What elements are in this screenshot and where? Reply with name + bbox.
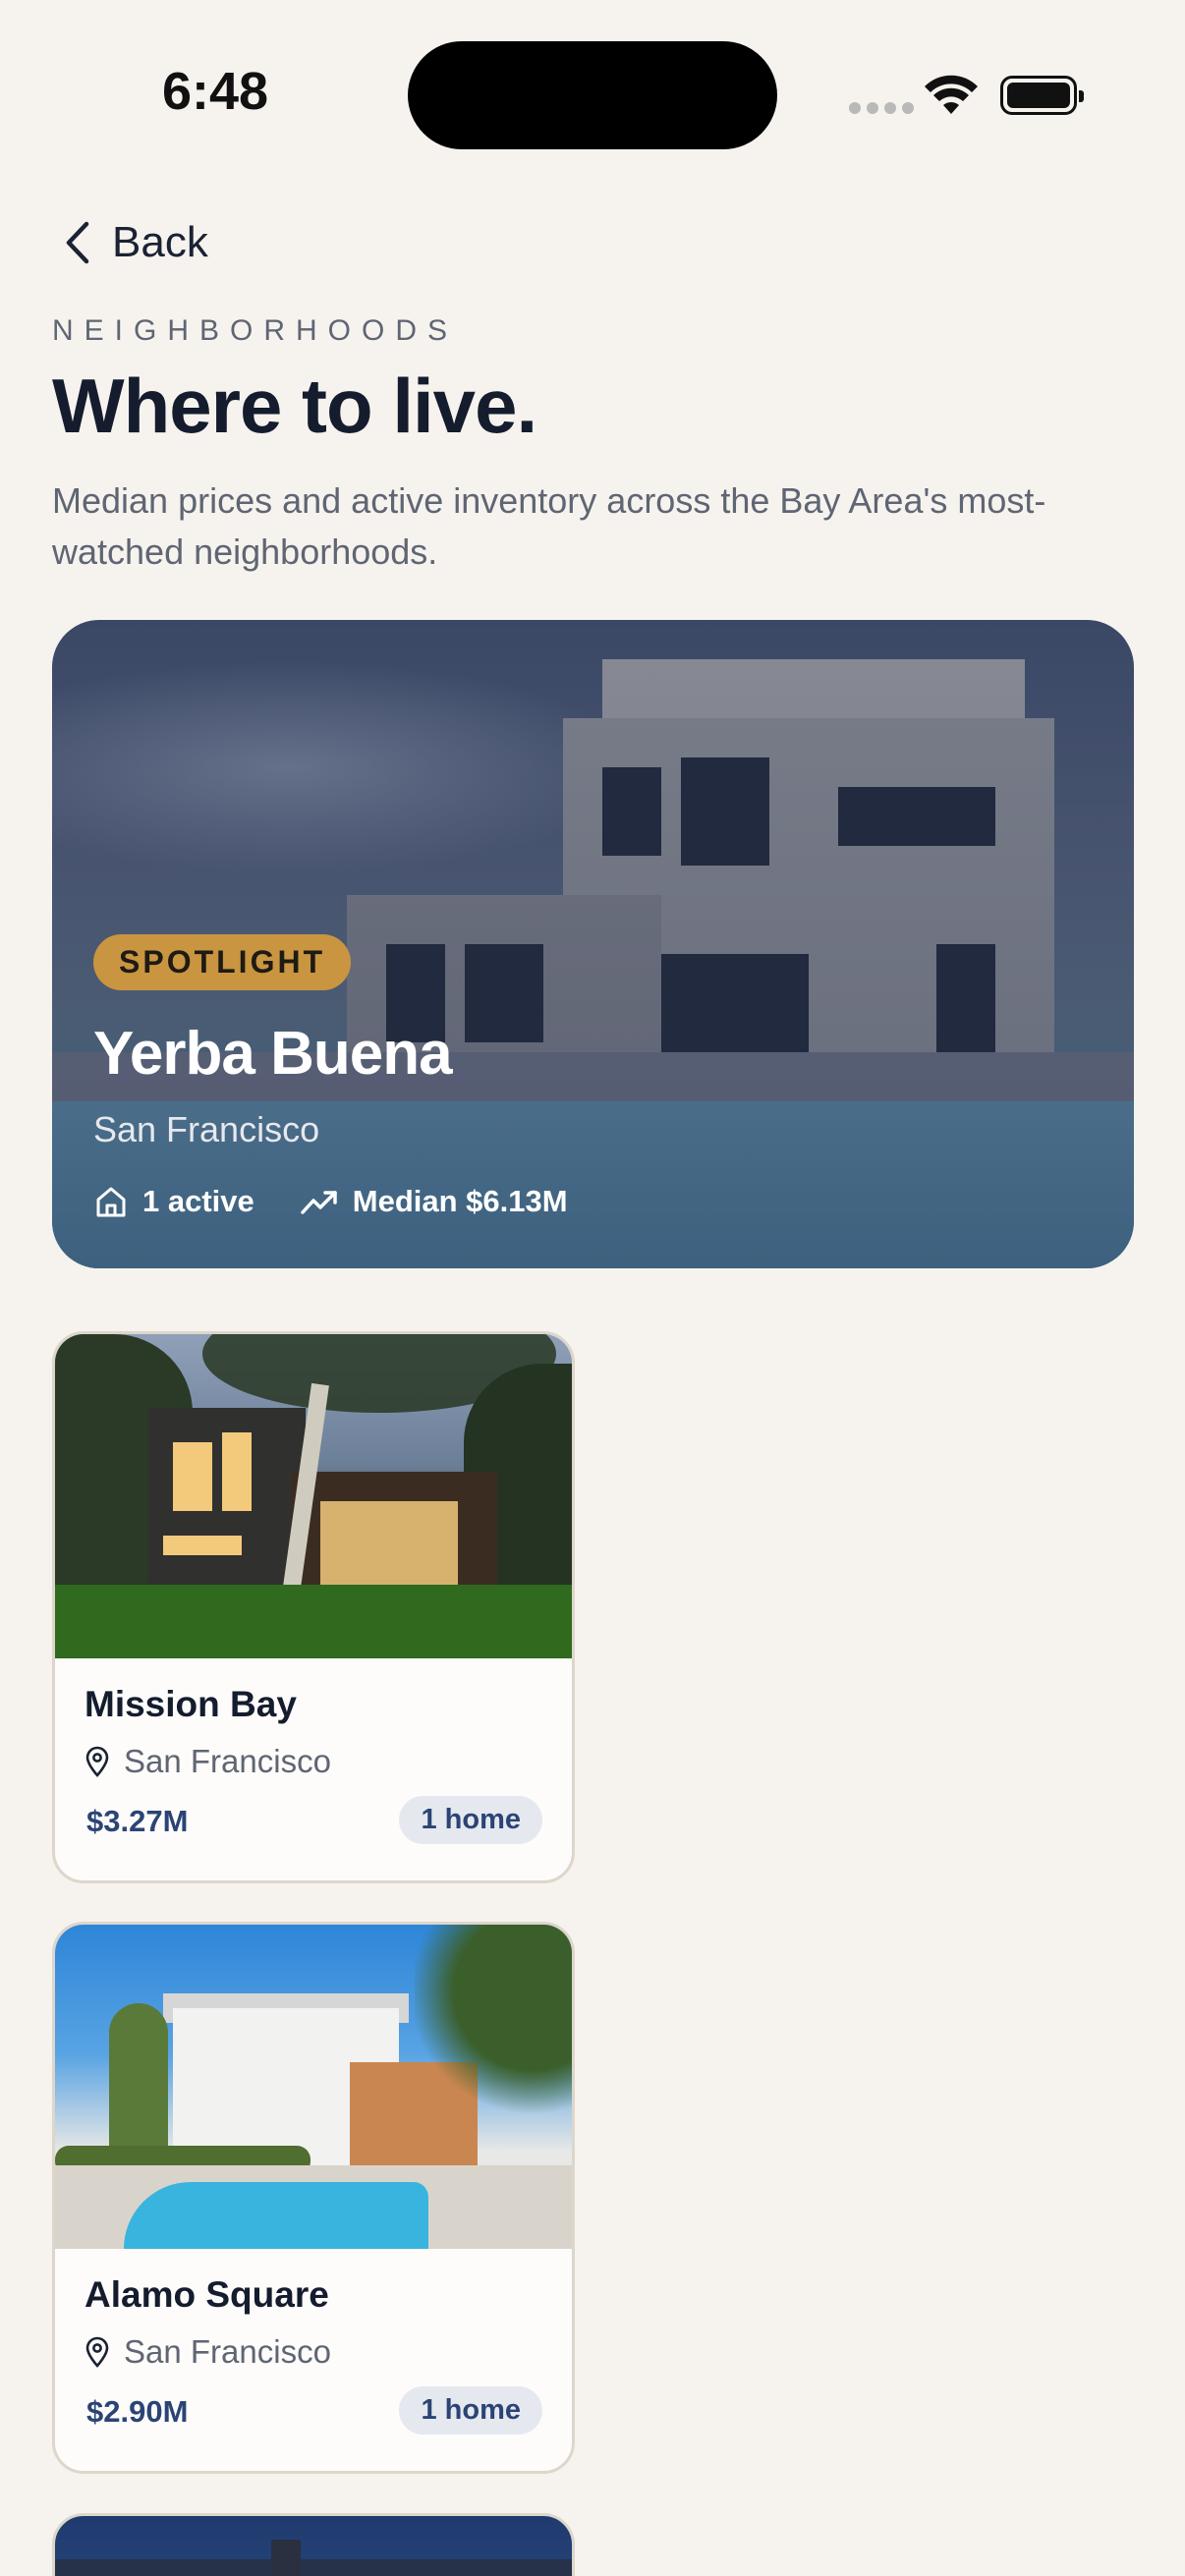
neighborhood-location: San Francisco [85,1743,331,1780]
neighborhood-location: San Francisco [85,2333,331,2371]
map-pin-icon [85,1746,109,1777]
median-price: Median $6.13M [352,1184,568,1218]
active-stat: 1 active [93,1184,254,1219]
spotlight-title: Yerba Buena [93,1020,453,1088]
neighborhood-name: Mission Bay [85,1684,297,1724]
spotlight-stats: 1 active Median $6.13M [93,1184,595,1219]
spotlight-badge: SPOTLIGHT [93,934,352,990]
neighborhood-photo [55,1925,572,2249]
active-count: 1 active [142,1184,254,1218]
home-count-badge: 1 home [399,1796,542,1844]
home-count-badge: 1 home [399,2386,542,2435]
back-label: Back [112,218,208,266]
battery-icon [1000,76,1084,115]
dynamic-island [408,41,777,149]
neighborhood-photo [55,2559,572,2576]
median-stat: Median $6.13M [300,1184,568,1219]
home-icon [96,1187,126,1217]
neighborhood-card[interactable]: Mission Bay San Francisco $3.27M 1 home [52,1331,575,1883]
chevron-left-icon [66,221,89,264]
page-title: Where to live. [52,363,537,449]
trending-up-icon [301,1191,337,1214]
wifi-icon [925,75,978,114]
neighborhood-name: Alamo Square [85,2274,329,2315]
neighborhood-city: San Francisco [124,2333,331,2370]
neighborhood-price: $3.27M [86,1804,189,1838]
neighborhood-card[interactable]: Alamo Square San Francisco $2.90M 1 home [52,1922,575,2474]
neighborhood-price: $2.90M [86,2394,189,2429]
page-subtitle: Median prices and active inventory acros… [52,480,1046,572]
map-pin-icon [85,2336,109,2368]
neighborhood-card-partial[interactable] [52,2513,575,2576]
neighborhood-city: San Francisco [124,1743,331,1779]
spotlight-city: San Francisco [93,1109,320,1149]
status-time: 6:48 [162,62,269,121]
back-button[interactable]: Back [65,218,208,267]
section-eyebrow: NEIGHBORHOODS [52,314,459,347]
neighborhood-photo [55,1334,572,1658]
signal-icon [849,102,914,114]
spotlight-card[interactable]: SPOTLIGHT Yerba Buena San Francisco 1 ac… [52,620,1134,1268]
